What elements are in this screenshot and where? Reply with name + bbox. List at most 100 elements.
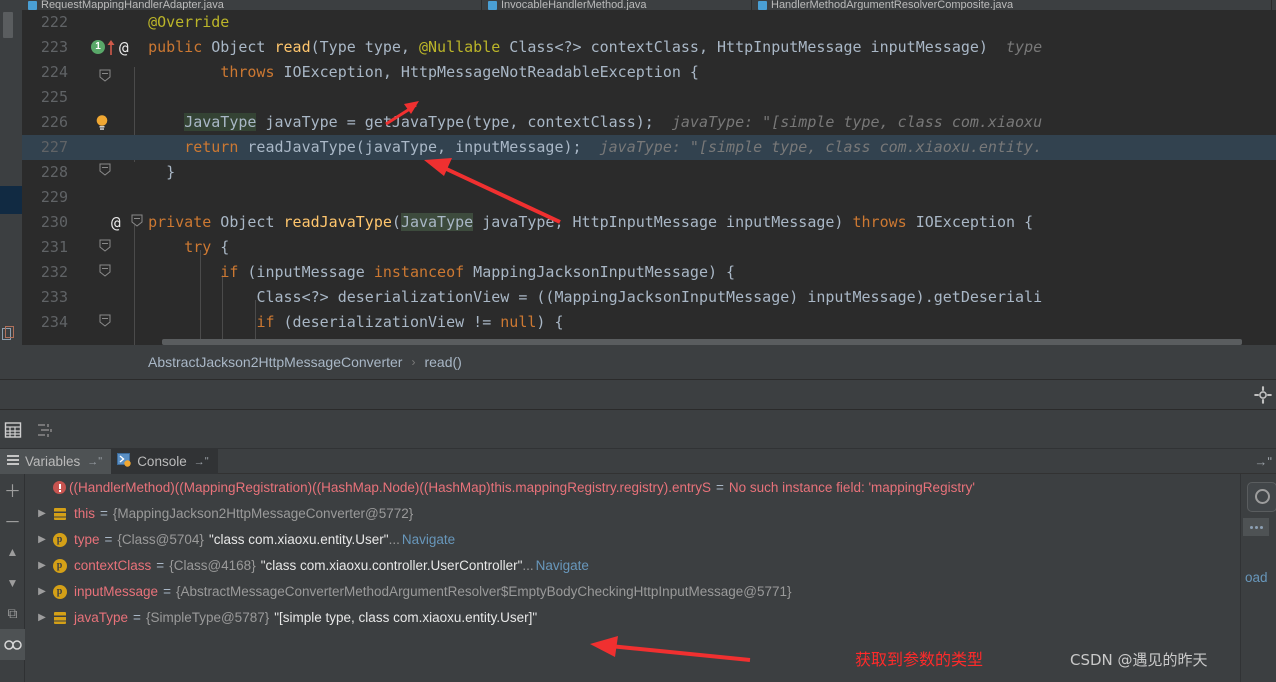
editor-tab-0[interactable]: RequestMappingHandlerAdapter.java: [22, 0, 482, 10]
line-number: 225: [40, 88, 68, 106]
variables-list[interactable]: ((HandlerMethod)((MappingRegistration)((…: [26, 474, 1240, 682]
variable-row[interactable]: ▶ p inputMessage = {AbstractMessageConve…: [26, 578, 1240, 604]
breadcrumb-class[interactable]: AbstractJackson2HttpMessageConverter: [148, 354, 402, 370]
editor-tab-label: HandlerMethodArgumentResolverComposite.j…: [771, 0, 1014, 10]
gear-icon[interactable]: [1254, 386, 1272, 404]
fold-end-icon[interactable]: [97, 160, 113, 185]
tab-pin-icon[interactable]: →ʺ: [194, 456, 209, 468]
variable-ref: {SimpleType@5787}: [145, 609, 270, 625]
line-gutter[interactable]: [83, 160, 139, 185]
fold-start-icon[interactable]: [97, 260, 113, 285]
line-number: 224: [40, 63, 68, 81]
override-up-arrow-icon[interactable]: [107, 38, 115, 56]
code-token: Class<?> contextClass, HttpInputMessage …: [500, 38, 988, 56]
object-icon: [50, 506, 69, 521]
variable-row[interactable]: ▶ this = {MappingJackson2HttpMessageConv…: [26, 500, 1240, 526]
debug-panel: Variables →ʺ Console →ʺ →ʺ ＋ － ▲ ▼ ⧉ ((H…: [0, 449, 1276, 682]
code-line: 234 if (deserializationView != null) {: [22, 310, 1276, 335]
annotation-gutter-icon[interactable]: @: [119, 35, 129, 60]
line-gutter[interactable]: [83, 135, 139, 160]
debug-tabs-right-pin[interactable]: →ʺ: [1254, 449, 1276, 473]
move-up-icon[interactable]: ▲: [0, 536, 25, 567]
editor-tab-2[interactable]: HandlerMethodArgumentResolverComposite.j…: [752, 0, 1272, 10]
variable-equals: =: [715, 479, 724, 495]
line-number: 234: [40, 313, 68, 331]
variable-name: this: [74, 505, 96, 521]
lightbulb-icon[interactable]: [95, 114, 108, 130]
navigate-link[interactable]: Navigate: [402, 532, 455, 547]
code-text: try {: [148, 235, 229, 260]
expand-arrow-icon[interactable]: ▶: [34, 612, 50, 623]
fold-start-icon[interactable]: [97, 310, 113, 335]
code-token: (: [391, 213, 401, 231]
variable-value: "class com.xiaoxu.controller.UserControl…: [260, 557, 523, 573]
line-gutter[interactable]: [83, 310, 139, 335]
line-gutter[interactable]: [83, 235, 139, 260]
type-token: Object: [202, 38, 275, 56]
object-icon: [50, 610, 69, 625]
tab-pin-icon[interactable]: →ʺ: [87, 456, 102, 468]
debug-frames-icon[interactable]: [4, 421, 22, 439]
code-text: }: [148, 160, 175, 185]
editor-tab-bar: RequestMappingHandlerAdapter.java Invoca…: [0, 0, 1276, 10]
variable-row[interactable]: ▶ p type = {Class@5704} "class com.xiaox…: [26, 526, 1240, 552]
expand-arrow-icon[interactable]: ▶: [34, 508, 50, 519]
tab-variables[interactable]: Variables →ʺ: [0, 449, 112, 474]
watches-icon[interactable]: [0, 629, 25, 660]
evaluate-expression-button[interactable]: [1247, 482, 1276, 512]
line-gutter[interactable]: @: [83, 210, 143, 235]
partial-link-text[interactable]: oad: [1245, 570, 1268, 585]
line-gutter[interactable]: [83, 185, 139, 210]
run-method-icon[interactable]: 1: [91, 40, 106, 54]
keyword-token: try: [184, 238, 212, 256]
overflow-menu-button[interactable]: [1243, 518, 1269, 536]
add-icon[interactable]: ＋: [0, 474, 25, 505]
editor-tab-1[interactable]: InvocableHandlerMethod.java: [482, 0, 752, 10]
debug-layout-icon[interactable]: [36, 421, 54, 439]
editor-tool-strip: [0, 380, 1276, 410]
code-line: 226 JavaType javaType = getJavaType(type…: [22, 110, 1276, 135]
line-gutter[interactable]: 1 @: [83, 35, 139, 60]
variable-equals: =: [163, 583, 171, 599]
method-token: readJavaType: [283, 213, 392, 231]
code-token: }: [166, 163, 176, 181]
variable-value: "class com.xiaoxu.entity.User": [208, 531, 389, 547]
variable-ref: {AbstractMessageConverterMethodArgumentR…: [175, 583, 792, 599]
variable-name: inputMessage: [74, 583, 159, 599]
variable-row[interactable]: ▶ javaType = {SimpleType@5787} "[simple …: [26, 604, 1240, 630]
line-gutter[interactable]: [83, 60, 139, 85]
expand-arrow-icon[interactable]: ▶: [34, 534, 50, 545]
copy-icon[interactable]: [2, 326, 15, 340]
line-gutter[interactable]: [83, 85, 139, 110]
error-icon: [50, 480, 69, 495]
breadcrumb[interactable]: AbstractJackson2HttpMessageConverter › r…: [0, 345, 1276, 380]
circle-icon: [1255, 489, 1270, 504]
line-gutter[interactable]: [83, 260, 139, 285]
line-gutter[interactable]: [83, 285, 139, 310]
remove-icon[interactable]: －: [0, 505, 25, 536]
annotation-gutter-icon[interactable]: @: [111, 210, 121, 235]
tab-console[interactable]: Console →ʺ: [111, 449, 218, 474]
variable-row[interactable]: ▶ p contextClass = {Class@4168} "class c…: [26, 552, 1240, 578]
keyword-token: null: [500, 313, 537, 331]
editor-code-area[interactable]: 222 @Override 223 1 @ public Object read…: [22, 10, 1276, 345]
navigate-link[interactable]: Navigate: [536, 558, 589, 573]
move-down-icon[interactable]: ▼: [0, 567, 25, 598]
code-text: return readJavaType(javaType, inputMessa…: [148, 135, 1042, 160]
copy-icon[interactable]: ⧉: [0, 598, 25, 629]
fold-start-icon[interactable]: [97, 235, 113, 260]
inline-value-hint: javaType: "[simple type, class com.xiaox…: [671, 113, 1043, 131]
editor-scroll-thumb[interactable]: [3, 12, 13, 38]
debug-tab-bar: Variables →ʺ Console →ʺ →ʺ: [0, 449, 1276, 474]
code-line: 230 @ private Object readJavaType(JavaTy…: [22, 210, 1276, 235]
expand-arrow-icon[interactable]: ▶: [34, 560, 50, 571]
line-gutter[interactable]: [83, 10, 139, 35]
variable-row[interactable]: ((HandlerMethod)((MappingRegistration)((…: [26, 474, 1240, 500]
expand-arrow-icon[interactable]: ▶: [34, 586, 50, 597]
annotation-token: @Nullable: [419, 38, 501, 56]
fold-end-icon[interactable]: [97, 60, 113, 85]
fold-start-icon[interactable]: [129, 210, 145, 235]
breadcrumb-method[interactable]: read(): [424, 354, 461, 370]
code-editor[interactable]: 222 @Override 223 1 @ public Object read…: [0, 10, 1276, 345]
line-gutter[interactable]: [83, 110, 139, 135]
